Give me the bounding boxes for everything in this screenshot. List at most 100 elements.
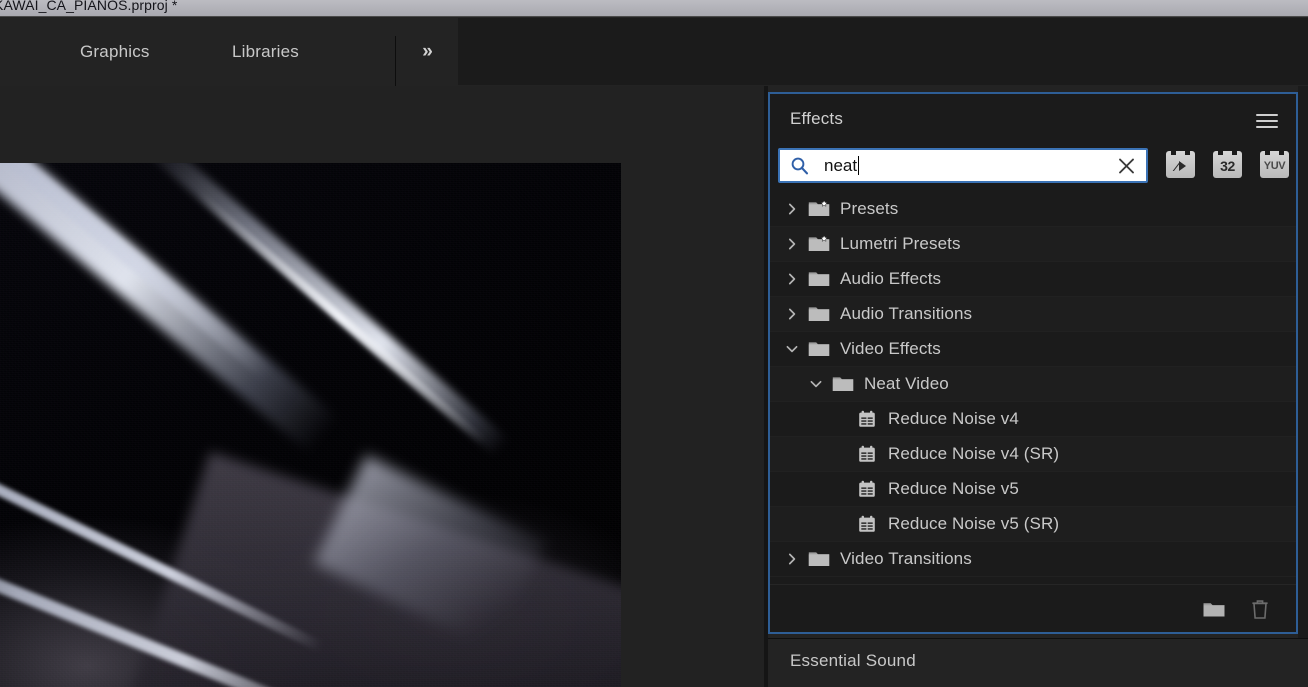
chevron-right-icon[interactable] [784,306,800,322]
effects-panel-header: Effects [770,94,1296,148]
menu-line-1 [1256,114,1278,116]
effect-icon [859,445,875,462]
effect-icon [859,515,875,532]
hamburger-menu-icon[interactable] [1256,110,1278,132]
tree-row[interactable]: Lumetri Presets [770,227,1296,262]
workspace-overflow-button[interactable]: » [396,18,458,85]
chevron-right-icon[interactable] [784,551,800,567]
menu-line-2 [1256,120,1278,122]
folder-icon [1203,602,1225,616]
tree-row-label: Video Transitions [840,549,972,568]
tree-row[interactable]: Neat Video [770,367,1296,402]
folder-icon [832,377,854,391]
tree-row-label: Reduce Noise v5 (SR) [888,514,1060,533]
effect-icon [856,410,878,428]
right-gutter [1298,86,1308,687]
preset-folder-icon [808,199,830,216]
tree-row-label: Neat Video [864,374,949,393]
tree-row-label: Reduce Noise v4 (SR) [888,444,1060,463]
workspace-tabbar: o Graphics Libraries » [0,18,1308,86]
folder-icon [808,270,830,288]
tree-row-label: Reduce Noise v4 [888,409,1019,428]
chevron-down-icon[interactable] [808,376,824,392]
window-titlebar: KAWAI_CA_PIANOS.prproj * [0,0,1308,17]
tree-row[interactable]: Reduce Noise v5 [770,472,1296,507]
preset-folder-icon [808,234,830,253]
chevron-down-icon [786,345,798,353]
close-icon[interactable] [1117,156,1136,175]
tree-row[interactable]: Reduce Noise v5 (SR) [770,507,1296,542]
effects-panel-title: Effects [790,109,844,128]
tab-essential-sound[interactable]: Essential Sound [790,651,916,671]
chevron-right-icon [788,203,796,215]
tree-row[interactable]: Presets [770,192,1296,227]
folder-icon [808,342,830,356]
tab-libraries[interactable]: Libraries [232,18,299,85]
chevron-right-icon [788,553,796,565]
program-monitor-pane [0,86,764,687]
tree-row-label: Presets [840,199,899,218]
accelerated-effects-icon: ⁄ [1175,159,1186,174]
chevron-right-icon[interactable] [784,236,800,252]
effect-icon [859,480,875,497]
32-bit-icon-label: 32 [1220,158,1235,174]
essential-sound-tab-strip: Essential Sound [768,638,1308,687]
project-title: KAWAI_CA_PIANOS.prproj * [0,0,178,13]
text-caret [858,155,860,175]
workspace-tabs-group: o Graphics Libraries [0,18,396,85]
menu-line-3 [1256,126,1278,128]
search-input[interactable]: neat [778,148,1148,183]
folder-icon [808,307,830,321]
preset-folder-icon [808,199,830,218]
effects-panel-footer [770,584,1296,632]
tree-row[interactable]: Audio Effects [770,262,1296,297]
effect-icon [856,445,878,463]
32-bit-color-filter-button[interactable]: 32 [1213,151,1242,178]
effect-icon [856,515,878,533]
chevron-right-icon [788,238,796,250]
chevron-right-icon [788,273,796,285]
video-noise-grain [0,163,621,687]
chevron-right-icon[interactable] [784,201,800,217]
chevron-down-icon [810,380,822,388]
effects-filter-buttons: ⁄ 32 YUV [1166,151,1289,178]
search-icon [790,156,810,176]
effect-icon [856,480,878,498]
tree-row-label: Audio Transitions [840,304,973,323]
tree-row[interactable]: Video Transitions [770,542,1296,577]
tab-graphics[interactable]: Graphics [80,18,150,85]
tree-row[interactable]: Reduce Noise v4 (SR) [770,437,1296,472]
tabbar-empty-area [458,18,1308,85]
folder-icon [808,340,830,358]
tree-row[interactable]: Reduce Noise v4 [770,402,1296,437]
premiere-pro-window: KAWAI_CA_PIANOS.prproj * o Graphics Libr… [0,0,1308,687]
folder-icon [808,305,830,323]
folder-icon [808,550,830,568]
effects-panel: Effects neat ⁄ 32 YUV Presets Lumetri Pr… [768,92,1298,634]
tree-row[interactable]: Video Effects [770,332,1296,367]
search-input-value: neat [824,155,860,175]
new-custom-bin-button[interactable] [1202,598,1226,620]
accelerated-effects-filter-button[interactable]: ⁄ [1166,151,1195,178]
chevron-right-icon [788,308,796,320]
tree-row-label: Reduce Noise v5 [888,479,1019,498]
delete-custom-item-button[interactable] [1248,598,1272,620]
effects-search-row: neat ⁄ 32 YUV [778,148,1289,188]
yuv-icon-label: YUV [1263,160,1286,172]
tree-row-label: Audio Effects [840,269,942,288]
program-monitor-video[interactable] [0,163,621,687]
yuv-color-filter-button[interactable]: YUV [1260,151,1289,178]
trash-icon [1252,599,1268,619]
chevron-down-icon[interactable] [784,341,800,357]
tree-row-label: Lumetri Presets [840,234,961,253]
tree-row[interactable]: Audio Transitions [770,297,1296,332]
chevron-right-icon[interactable] [784,271,800,287]
folder-icon [832,375,854,393]
tree-row-label: Video Effects [840,339,941,358]
chevron-double-right-icon: » [422,41,433,62]
effects-tree[interactable]: Presets Lumetri Presets Audio Effects Audio… [770,192,1296,586]
